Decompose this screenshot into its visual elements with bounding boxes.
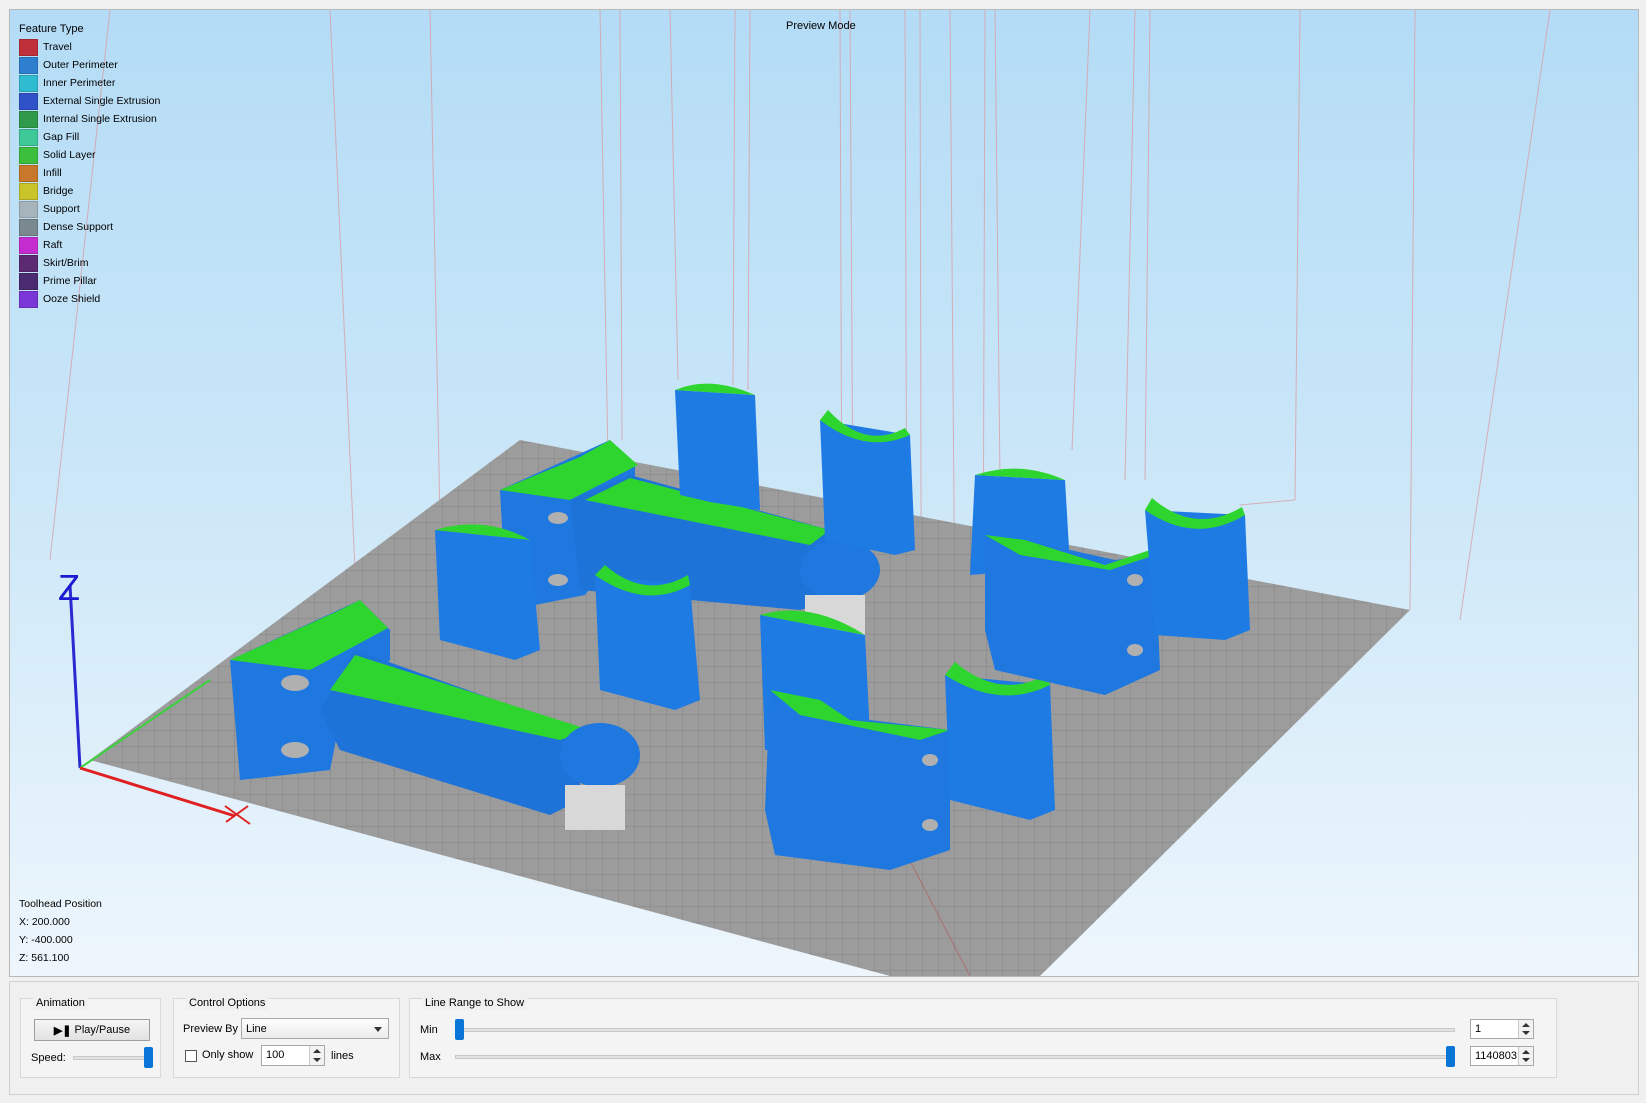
toolhead-z: Z: 561.100 xyxy=(19,952,70,964)
speed-slider-track[interactable] xyxy=(73,1056,153,1060)
legend-item: Bridge xyxy=(19,182,160,200)
legend-label: Raft xyxy=(43,239,63,251)
legend-swatch xyxy=(19,236,38,254)
max-slider-handle[interactable] xyxy=(1446,1046,1455,1067)
legend-swatch xyxy=(19,272,38,290)
min-value-input[interactable]: 1 xyxy=(1470,1019,1534,1039)
toolhead-x: X: 200.000 xyxy=(19,916,70,928)
toolhead-position: Toolhead Position X: 200.000 Y: -400.000… xyxy=(19,895,102,967)
line-range-title: Line Range to Show xyxy=(422,996,528,1010)
line-range-group: Line Range to Show Min 1 Max 1140803 xyxy=(409,996,1557,1078)
chevron-down-icon xyxy=(374,1027,382,1032)
legend-label: Solid Layer xyxy=(43,149,96,161)
print-bed-scene[interactable]: Z xyxy=(10,10,1638,976)
legend-swatch xyxy=(19,146,38,164)
legend-item: Ooze Shield xyxy=(19,290,160,308)
min-label: Min xyxy=(420,1024,438,1036)
legend-label: Skirt/Brim xyxy=(43,257,89,269)
spin-down-icon[interactable] xyxy=(313,1058,321,1062)
legend-label: Inner Perimeter xyxy=(43,77,116,89)
control-panel: Animation ▶❚ Play/Pause Speed: Control O… xyxy=(9,981,1639,1095)
preview-by-select[interactable]: Line xyxy=(241,1018,389,1039)
legend-swatch xyxy=(19,182,38,200)
only-show-label: Only show xyxy=(202,1049,254,1061)
only-show-checkbox[interactable] xyxy=(185,1050,197,1062)
legend-item: External Single Extrusion xyxy=(19,92,160,110)
feature-type-legend: Feature Type Travel Outer Perimeter Inner … xyxy=(19,20,160,308)
play-pause-label: Play/Pause xyxy=(74,1024,131,1036)
legend-item: Outer Perimeter xyxy=(19,56,160,74)
legend-swatch xyxy=(19,38,38,56)
legend-swatch xyxy=(19,92,38,110)
legend-label: Internal Single Extrusion xyxy=(43,113,157,125)
max-value: 1140803 xyxy=(1475,1050,1518,1062)
play-pause-icon: ▶❚ xyxy=(53,1024,72,1037)
legend-label: Travel xyxy=(43,41,72,53)
spin-down-icon[interactable] xyxy=(1522,1031,1530,1035)
legend-item: Support xyxy=(19,200,160,218)
spin-up-icon[interactable] xyxy=(1522,1023,1530,1027)
legend-label: Infill xyxy=(43,167,62,179)
legend-item: Prime Pillar xyxy=(19,272,160,290)
control-options-group: Control Options Preview By Line Only sho… xyxy=(173,996,400,1078)
legend-swatch xyxy=(19,74,38,92)
play-pause-button[interactable]: ▶❚ Play/Pause xyxy=(34,1019,150,1041)
legend-item: Dense Support xyxy=(19,218,160,236)
preview-by-label: Preview By xyxy=(183,1023,239,1035)
max-slider-track[interactable] xyxy=(455,1055,1455,1059)
legend-label: Outer Perimeter xyxy=(43,59,118,71)
legend-label: Dense Support xyxy=(43,221,114,233)
legend-swatch xyxy=(19,290,38,308)
toolhead-title: Toolhead Position xyxy=(19,898,102,910)
legend-swatch xyxy=(19,110,38,128)
legend-item: Gap Fill xyxy=(19,128,160,146)
legend-swatch xyxy=(19,218,38,236)
legend-label: Ooze Shield xyxy=(43,293,101,305)
legend-label: Gap Fill xyxy=(43,131,80,143)
control-options-title: Control Options xyxy=(186,996,269,1010)
legend-label: Support xyxy=(43,203,80,215)
legend-swatch xyxy=(19,128,38,146)
toolhead-y: Y: -400.000 xyxy=(19,934,73,946)
legend-swatch xyxy=(19,254,38,272)
spin-buttons[interactable] xyxy=(309,1046,324,1065)
preview-mode-label: Preview Mode xyxy=(786,20,856,32)
spin-down-icon[interactable] xyxy=(1522,1058,1530,1062)
animation-group: Animation ▶❚ Play/Pause Speed: xyxy=(20,996,161,1078)
legend-swatch xyxy=(19,200,38,218)
min-value: 1 xyxy=(1475,1023,1482,1035)
spin-buttons[interactable] xyxy=(1518,1047,1533,1065)
legend-item: Skirt/Brim xyxy=(19,254,160,272)
legend-swatch xyxy=(19,56,38,74)
legend-label: Bridge xyxy=(43,185,74,197)
legend-item: Raft xyxy=(19,236,160,254)
spin-up-icon[interactable] xyxy=(1522,1050,1530,1054)
legend-item: Travel xyxy=(19,38,160,56)
legend-item: Infill xyxy=(19,164,160,182)
only-show-count-input[interactable]: 100 xyxy=(261,1045,325,1066)
lines-label: lines xyxy=(331,1050,354,1062)
legend-item: Solid Layer xyxy=(19,146,160,164)
max-label: Max xyxy=(420,1051,441,1063)
z-axis-label: Z xyxy=(58,567,80,608)
min-slider-track[interactable] xyxy=(455,1028,1455,1032)
only-show-count-value: 100 xyxy=(266,1049,285,1061)
max-value-input[interactable]: 1140803 xyxy=(1470,1046,1534,1066)
spin-buttons[interactable] xyxy=(1518,1020,1533,1038)
spin-up-icon[interactable] xyxy=(313,1049,321,1053)
legend-item: Inner Perimeter xyxy=(19,74,160,92)
legend-label: Prime Pillar xyxy=(43,275,97,287)
speed-slider-handle[interactable] xyxy=(144,1047,153,1068)
3d-preview-viewport[interactable]: Z Feature Type Travel Outer Perimeter In… xyxy=(9,9,1639,977)
min-slider-handle[interactable] xyxy=(455,1019,464,1040)
legend-item: Internal Single Extrusion xyxy=(19,110,160,128)
legend-swatch xyxy=(19,164,38,182)
preview-by-value: Line xyxy=(246,1023,267,1035)
speed-label: Speed: xyxy=(31,1052,66,1064)
legend-label: External Single Extrusion xyxy=(43,95,161,107)
legend-title: Feature Type xyxy=(19,23,84,35)
animation-title: Animation xyxy=(33,996,88,1010)
